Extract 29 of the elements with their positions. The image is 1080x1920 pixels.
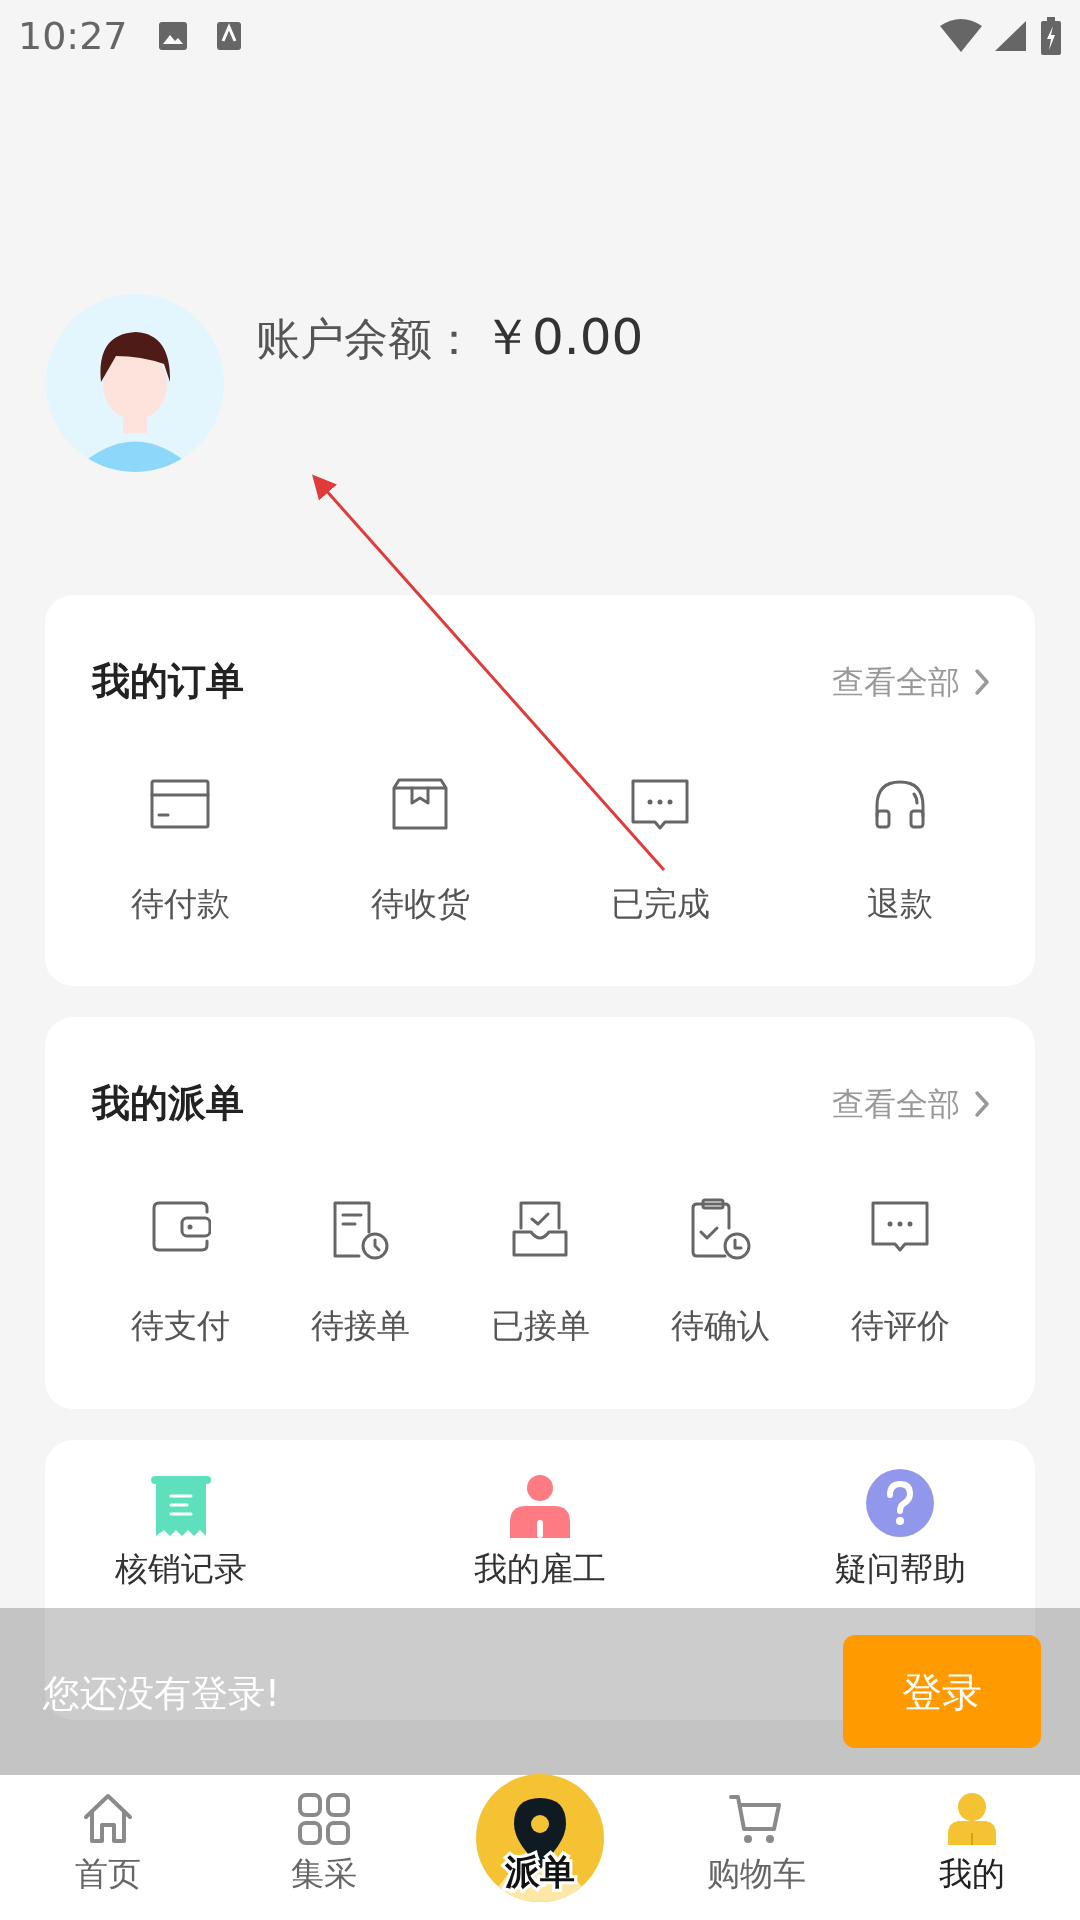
section-title: 我的派单 (92, 1080, 244, 1127)
tab[interactable]: 集采 (216, 1775, 432, 1920)
wifi-icon (938, 18, 984, 54)
order-status-item[interactable]: 待付款 (60, 776, 300, 929)
tab[interactable]: 首页 (0, 1775, 216, 1920)
section-title: 我的订单 (92, 658, 244, 705)
order-status-item[interactable]: 待支付 (90, 1198, 270, 1351)
tab[interactable]: 我的 (864, 1775, 1080, 1920)
clipboard-clock-icon (689, 1198, 751, 1260)
tab[interactable]: 购物车 (648, 1775, 864, 1920)
order-status-item[interactable]: 已接单 (450, 1198, 630, 1351)
battery-icon (1040, 17, 1062, 55)
image-icon (157, 21, 188, 51)
chevron-right-icon (974, 667, 990, 696)
order-status-item[interactable]: 已完成 (540, 776, 780, 929)
notification-icon (215, 21, 242, 51)
order-status-item[interactable]: 待接单 (270, 1198, 450, 1351)
balance-amount: ￥0.00 (482, 307, 644, 368)
menu-item[interactable]: 我的雇工 (316, 1468, 764, 1594)
chevron-right-icon (974, 1089, 990, 1118)
menu-item[interactable]: 疑问帮助 (764, 1468, 1035, 1594)
clock-time: 10:27 (18, 12, 128, 60)
menu-item[interactable]: 核销记录 (45, 1468, 316, 1594)
order-status-item[interactable]: 退款 (780, 776, 1020, 929)
balance-label: 账户余额： (256, 312, 476, 366)
grid-icon (296, 1791, 352, 1847)
order-status-item[interactable]: 待收货 (300, 776, 540, 929)
order-status-item[interactable]: 待确认 (630, 1198, 810, 1351)
order-status-item[interactable]: 待评价 (810, 1198, 990, 1351)
